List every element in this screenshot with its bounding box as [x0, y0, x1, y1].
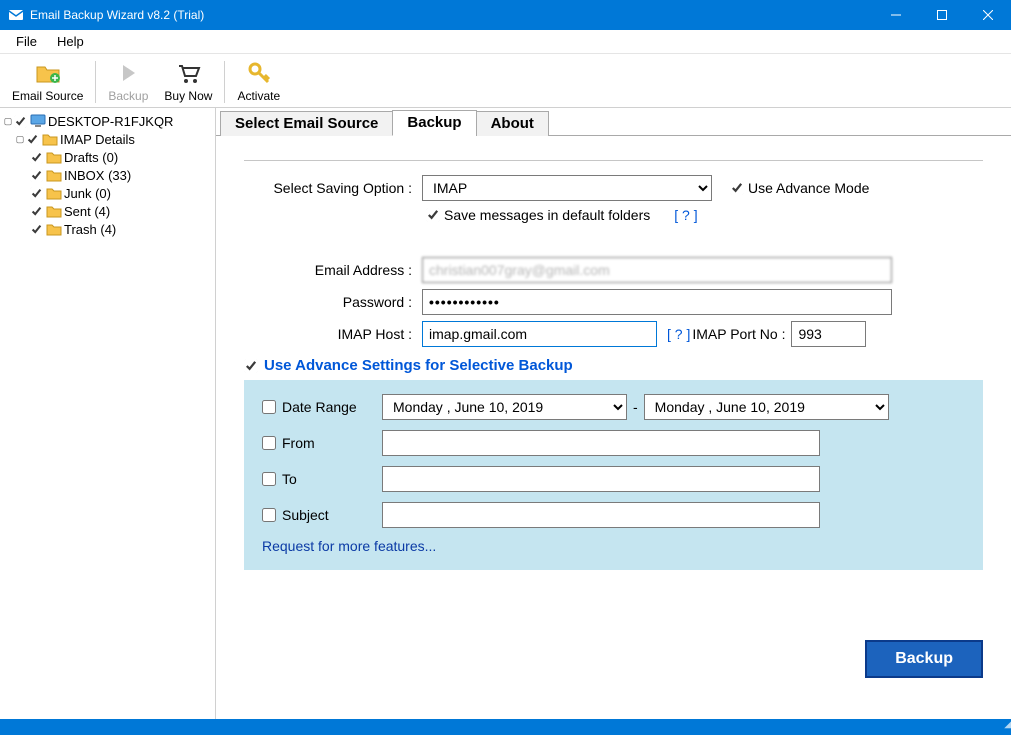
tree-label: Sent (4)	[64, 204, 110, 219]
date-separator: -	[633, 399, 638, 415]
saving-option-label: Select Saving Option :	[244, 180, 422, 196]
folder-tree: ▢ DESKTOP-R1FJKQR ▢ IMAP Details Drafts …	[0, 108, 216, 719]
imap-port-field[interactable]	[791, 321, 866, 347]
resize-grip-icon[interactable]: ◢	[1004, 719, 1009, 735]
tree-checkbox[interactable]	[26, 133, 39, 146]
backup-toolbar-button[interactable]: Backup	[100, 57, 156, 107]
save-default-checkbox[interactable]	[426, 208, 440, 222]
tab-bar: Select Email Source Backup About	[216, 108, 1011, 136]
folder-icon	[46, 222, 62, 236]
toolbar: Email Source Backup Buy Now Activate	[0, 54, 1011, 108]
folder-plus-icon	[35, 60, 61, 89]
tree-leaf[interactable]: Drafts (0)	[2, 148, 213, 166]
cart-icon	[175, 60, 201, 89]
backup-button[interactable]: Backup	[865, 640, 983, 678]
tree-checkbox[interactable]	[30, 151, 43, 164]
folder-icon	[46, 150, 62, 164]
email-field[interactable]	[422, 257, 892, 283]
date-range-label: Date Range	[282, 399, 357, 415]
menu-file[interactable]: File	[6, 32, 47, 51]
collapse-icon[interactable]: ▢	[2, 116, 14, 127]
from-checkbox[interactable]	[262, 436, 276, 450]
advance-settings-box: Date Range Monday , June 10, 2019 - Mond…	[244, 380, 983, 570]
folder-icon	[46, 168, 62, 182]
date-to-select[interactable]: Monday , June 10, 2019	[644, 394, 889, 420]
key-icon	[246, 60, 272, 89]
to-label: To	[282, 471, 297, 487]
tree-label: Drafts (0)	[64, 150, 118, 165]
backup-panel: Select Saving Option : IMAP Use Advance …	[216, 136, 1011, 690]
tree-checkbox[interactable]	[14, 115, 27, 128]
tree-leaf[interactable]: INBOX (33)	[2, 166, 213, 184]
collapse-icon[interactable]: ▢	[14, 134, 26, 145]
tree-checkbox[interactable]	[30, 169, 43, 182]
tree-label: DESKTOP-R1FJKQR	[48, 114, 173, 129]
folder-icon	[46, 204, 62, 218]
toolbar-label: Email Source	[12, 89, 83, 103]
folder-icon	[46, 186, 62, 200]
computer-icon	[30, 114, 46, 128]
status-bar: ◢	[0, 719, 1011, 735]
close-button[interactable]	[965, 0, 1011, 30]
tree-label: INBOX (33)	[64, 168, 131, 183]
advance-mode-checkbox[interactable]	[730, 181, 744, 195]
imap-host-field[interactable]	[422, 321, 657, 347]
toolbar-label: Backup	[108, 89, 148, 103]
help-link[interactable]: [ ? ]	[674, 207, 697, 223]
subject-checkbox[interactable]	[262, 508, 276, 522]
email-label: Email Address :	[244, 262, 422, 278]
imap-port-label: IMAP Port No :	[692, 326, 785, 342]
tab-select-source[interactable]: Select Email Source	[220, 111, 393, 136]
tree-root[interactable]: ▢ DESKTOP-R1FJKQR	[2, 112, 213, 130]
tab-backup[interactable]: Backup	[392, 110, 476, 136]
from-field[interactable]	[382, 430, 820, 456]
tree-checkbox[interactable]	[30, 205, 43, 218]
toolbar-label: Activate	[237, 89, 280, 103]
menu-bar: File Help	[0, 30, 1011, 54]
date-from-select[interactable]: Monday , June 10, 2019	[382, 394, 627, 420]
password-field[interactable]	[422, 289, 892, 315]
tab-about[interactable]: About	[476, 111, 549, 136]
toolbar-label: Buy Now	[164, 89, 212, 103]
tree-leaf[interactable]: Sent (4)	[2, 202, 213, 220]
tree-leaf[interactable]: Junk (0)	[2, 184, 213, 202]
saving-option-select[interactable]: IMAP	[422, 175, 712, 201]
imap-host-label: IMAP Host :	[244, 326, 422, 342]
to-field[interactable]	[382, 466, 820, 492]
folder-icon	[42, 132, 58, 146]
tree-label: Trash (4)	[64, 222, 116, 237]
to-checkbox[interactable]	[262, 472, 276, 486]
minimize-button[interactable]	[873, 0, 919, 30]
email-source-button[interactable]: Email Source	[4, 57, 91, 107]
tree-checkbox[interactable]	[30, 187, 43, 200]
play-icon	[115, 60, 141, 89]
app-icon	[8, 7, 24, 23]
advance-settings-title: Use Advance Settings for Selective Backu…	[264, 357, 573, 374]
menu-help[interactable]: Help	[47, 32, 94, 51]
subject-field[interactable]	[382, 502, 820, 528]
tree-leaf[interactable]: Trash (4)	[2, 220, 213, 238]
tree-label: Junk (0)	[64, 186, 111, 201]
buy-now-button[interactable]: Buy Now	[156, 57, 220, 107]
maximize-button[interactable]	[919, 0, 965, 30]
save-default-label: Save messages in default folders	[444, 207, 650, 223]
date-range-checkbox[interactable]	[262, 400, 276, 414]
tree-label: IMAP Details	[60, 132, 135, 147]
tree-node-imap[interactable]: ▢ IMAP Details	[2, 130, 213, 148]
window-title: Email Backup Wizard v8.2 (Trial)	[30, 8, 873, 22]
subject-label: Subject	[282, 507, 329, 523]
advance-mode-label: Use Advance Mode	[748, 180, 869, 196]
password-label: Password :	[244, 294, 422, 310]
tree-checkbox[interactable]	[30, 223, 43, 236]
request-features-link[interactable]: Request for more features...	[262, 538, 436, 554]
activate-button[interactable]: Activate	[229, 57, 288, 107]
advance-settings-checkbox[interactable]	[244, 359, 258, 373]
title-bar: Email Backup Wizard v8.2 (Trial)	[0, 0, 1011, 30]
help-link[interactable]: [ ? ]	[667, 326, 690, 342]
from-label: From	[282, 435, 315, 451]
